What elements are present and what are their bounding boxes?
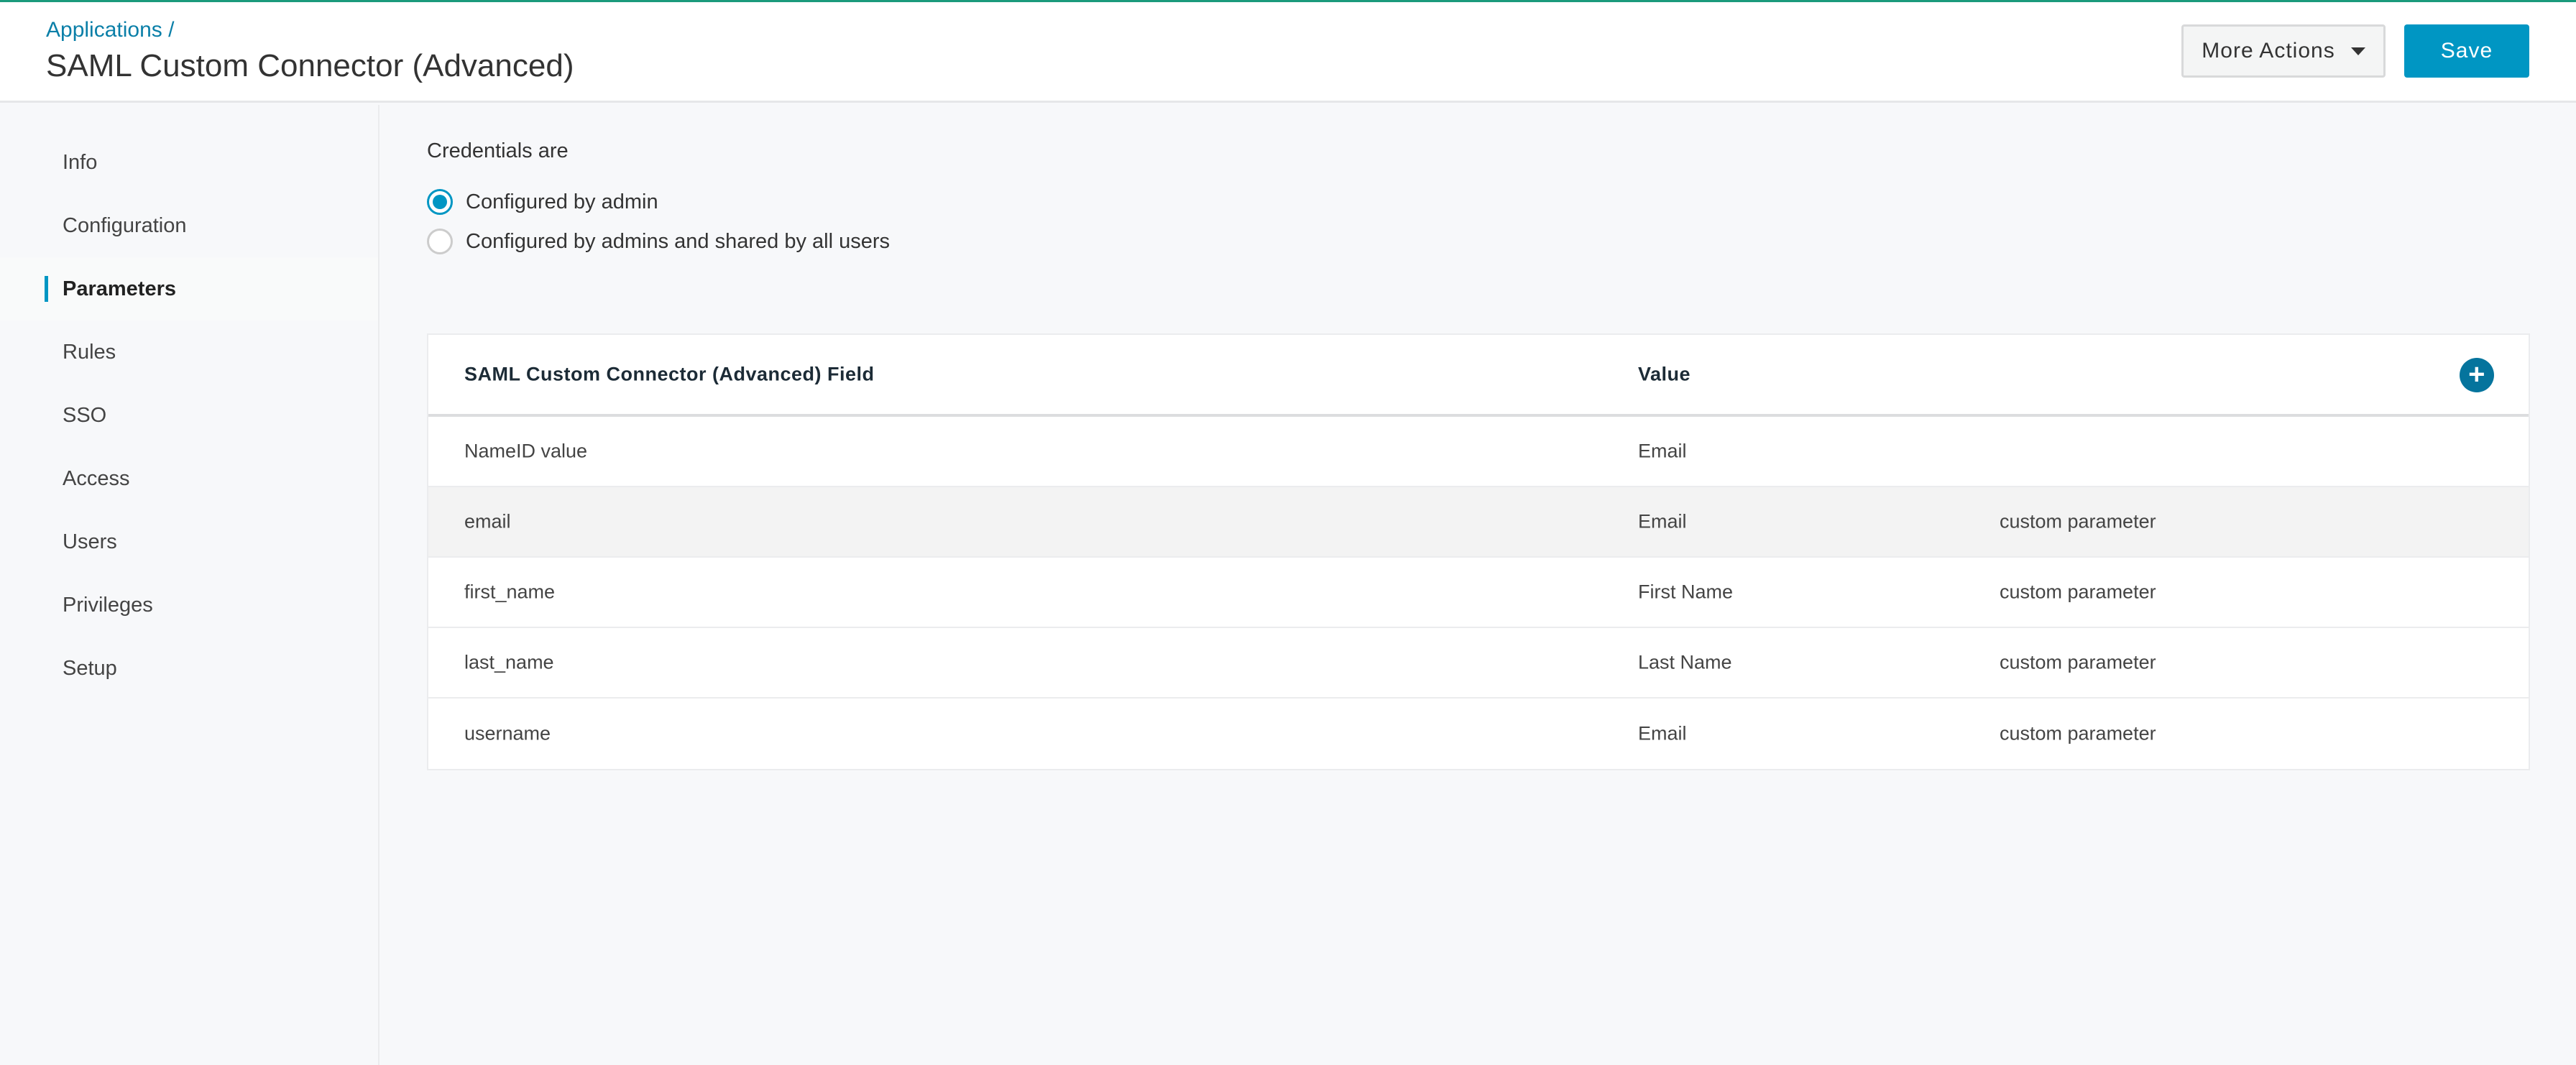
- page-title: SAML Custom Connector (Advanced): [46, 48, 574, 83]
- cell-field: first_name: [464, 581, 556, 603]
- radio-configured-by-admin[interactable]: Configured by admin: [427, 189, 658, 215]
- radio-label: Configured by admin: [466, 190, 658, 213]
- radio-label: Configured by admins and shared by all u…: [466, 229, 890, 253]
- cell-type: custom parameter: [2000, 651, 2156, 673]
- table-row[interactable]: first_name First Name custom parameter: [428, 558, 2529, 628]
- plus-icon: +: [2468, 359, 2485, 390]
- cell-value: Email: [1638, 440, 1687, 462]
- sidebar-item-privileges[interactable]: Privileges: [0, 573, 378, 637]
- cell-field: NameID value: [464, 440, 588, 462]
- cell-value: Email: [1638, 510, 1687, 532]
- column-header-value: Value: [1638, 363, 1691, 385]
- breadcrumb-applications[interactable]: Applications /: [46, 18, 174, 42]
- cell-type: custom parameter: [2000, 722, 2156, 744]
- table-row[interactable]: NameID value Email: [428, 417, 2529, 487]
- cell-field: username: [464, 722, 551, 744]
- cell-type: custom parameter: [2000, 510, 2156, 532]
- column-header-field: SAML Custom Connector (Advanced) Field: [464, 363, 875, 385]
- sidebar-item-info[interactable]: Info: [0, 131, 378, 194]
- caret-down-icon: [2350, 47, 2365, 55]
- sidebar: Info Configuration Parameters Rules SSO …: [0, 105, 380, 1065]
- add-parameter-button[interactable]: +: [2460, 358, 2494, 392]
- table-row[interactable]: username Email custom parameter: [428, 699, 2529, 769]
- cell-value: Last Name: [1638, 651, 1732, 673]
- table-row[interactable]: email Email custom parameter: [428, 487, 2529, 558]
- parameters-table: SAML Custom Connector (Advanced) Field V…: [427, 333, 2530, 770]
- sidebar-item-sso[interactable]: SSO: [0, 384, 378, 447]
- table-row[interactable]: last_name Last Name custom parameter: [428, 628, 2529, 699]
- credentials-label: Credentials are: [427, 139, 569, 162]
- cell-value: Email: [1638, 722, 1687, 744]
- more-actions-label: More Actions: [2202, 39, 2335, 63]
- table-header: SAML Custom Connector (Advanced) Field V…: [428, 335, 2529, 417]
- page-header: Applications / SAML Custom Connector (Ad…: [0, 2, 2576, 103]
- cell-value: First Name: [1638, 581, 1734, 603]
- cell-field: email: [464, 510, 511, 532]
- radio-configured-by-admins-shared[interactable]: Configured by admins and shared by all u…: [427, 229, 890, 254]
- sidebar-item-rules[interactable]: Rules: [0, 321, 378, 384]
- sidebar-item-setup[interactable]: Setup: [0, 637, 378, 700]
- cell-field: last_name: [464, 651, 554, 673]
- sidebar-item-configuration[interactable]: Configuration: [0, 194, 378, 257]
- save-button[interactable]: Save: [2404, 24, 2529, 78]
- more-actions-button[interactable]: More Actions: [2181, 24, 2386, 78]
- cell-type: custom parameter: [2000, 581, 2156, 603]
- radio-selected-icon[interactable]: [427, 189, 453, 215]
- radio-unselected-icon[interactable]: [427, 229, 453, 254]
- sidebar-item-users[interactable]: Users: [0, 510, 378, 573]
- sidebar-item-access[interactable]: Access: [0, 447, 378, 510]
- sidebar-item-parameters[interactable]: Parameters: [0, 257, 378, 321]
